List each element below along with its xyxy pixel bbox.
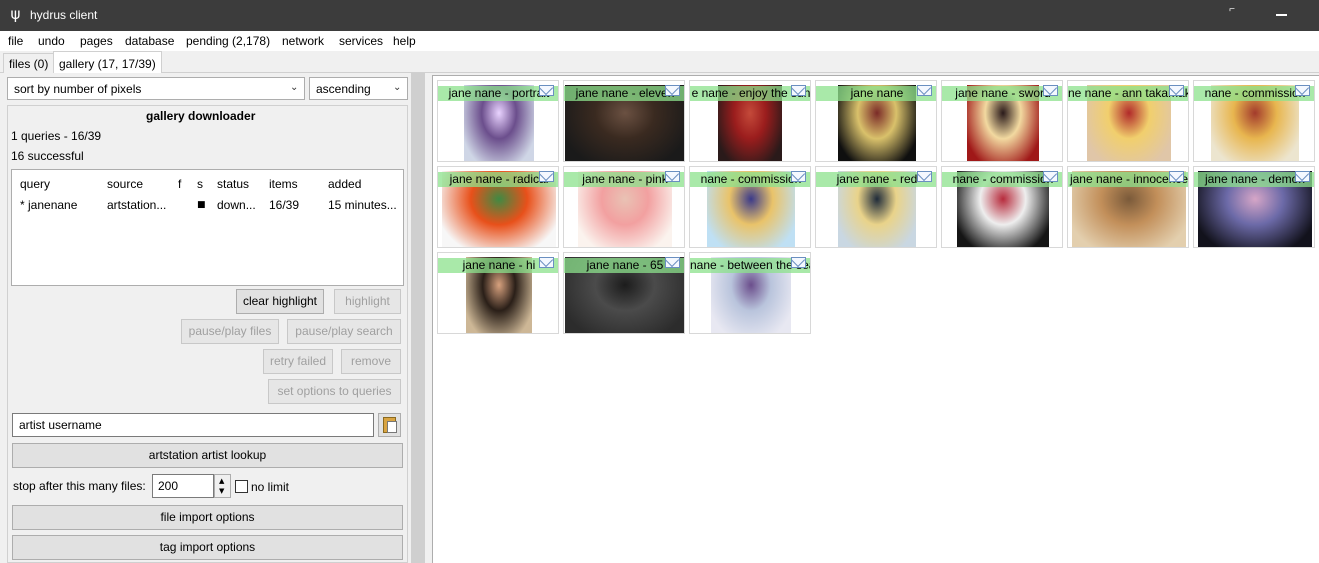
thumbnail[interactable]: nane - commission <box>1193 80 1315 162</box>
envelope-icon <box>665 171 680 182</box>
envelope-icon <box>1169 85 1184 96</box>
thumbnail[interactable]: jane nane - demon <box>1193 166 1315 248</box>
chevron-down-icon: ⌄ <box>290 82 299 93</box>
artist-lookup-button[interactable]: artstation artist lookup <box>12 443 403 468</box>
psi-logo-icon: ψ <box>10 5 21 23</box>
file-import-options-button[interactable]: file import options <box>12 505 403 530</box>
minimize-bar-icon[interactable] <box>1276 14 1287 16</box>
spin-up-icon[interactable]: ▲ <box>219 478 224 485</box>
artist-username-input[interactable]: artist username <box>12 413 374 437</box>
sort-value: sort by number of pixels <box>14 82 142 96</box>
envelope-icon <box>1295 171 1310 182</box>
management-panel: sort by number of pixels ⌄ ascending ⌄ g… <box>0 73 410 563</box>
menu-network[interactable]: network <box>282 34 324 48</box>
thumbnail[interactable]: jane nane - sword <box>941 80 1063 162</box>
remove-button[interactable]: remove <box>341 349 401 374</box>
envelope-icon <box>539 257 554 268</box>
chevron-down-icon: ⌄ <box>393 82 402 93</box>
menu-undo[interactable]: undo <box>38 34 65 48</box>
menu-bar: file undo pages database pending (2,178)… <box>0 31 1319 51</box>
envelope-icon <box>665 85 680 96</box>
highlight-button[interactable]: highlight <box>334 289 401 314</box>
thumbnail[interactable]: jane nane - eleven <box>563 80 685 162</box>
sort-select[interactable]: sort by number of pixels ⌄ <box>7 77 305 100</box>
menu-services[interactable]: services <box>339 34 383 48</box>
paste-button[interactable] <box>378 413 401 437</box>
clear-highlight-button[interactable]: clear highlight <box>236 289 324 314</box>
thumbnail[interactable]: jane nane - portrait <box>437 80 559 162</box>
cell-added: 15 minutes... <box>328 198 397 212</box>
cell-items: 16/39 <box>269 198 300 212</box>
envelope-icon <box>791 171 806 182</box>
thumbnail[interactable]: nane - commission <box>941 166 1063 248</box>
col-s[interactable]: s <box>197 177 203 191</box>
envelope-icon <box>665 257 680 268</box>
thumbnail[interactable]: jane nane - red <box>815 166 937 248</box>
col-f[interactable]: f <box>178 177 181 191</box>
thumbnail[interactable]: nane - commission <box>689 166 811 248</box>
thumbnail[interactable]: jane nane - hi <box>437 252 559 334</box>
spin-down-icon[interactable]: ▼ <box>219 488 224 495</box>
no-limit-label: no limit <box>251 480 290 494</box>
col-source[interactable]: source <box>107 177 143 191</box>
tab-files[interactable]: files (0) <box>3 53 55 74</box>
sort-order-value: ascending <box>316 82 371 96</box>
panel-splitter[interactable] <box>425 73 432 563</box>
thumbnail-gallery[interactable]: jane nane - portrait jane nane - eleven e … <box>432 75 1319 563</box>
thumbnail[interactable]: jane nane - pink <box>563 166 685 248</box>
col-items[interactable]: items <box>269 177 298 191</box>
thumbnail[interactable]: e nane - enjoy the sun <box>689 80 811 162</box>
queries-status: 1 queries - 16/39 <box>11 129 102 143</box>
no-limit-checkbox[interactable] <box>235 480 248 493</box>
cell-source: artstation... <box>107 198 167 212</box>
page-tabs: files (0) gallery (17, 17/39) <box>0 51 1319 74</box>
tag-import-options-button[interactable]: tag import options <box>12 535 403 560</box>
downloader-title: gallery downloader <box>146 109 256 123</box>
minimize-button[interactable]: ⌐ <box>1222 0 1242 20</box>
envelope-icon <box>791 85 806 96</box>
title-bar: ψ hydrus client ⌐ <box>0 0 1319 31</box>
menu-file[interactable]: file <box>8 34 23 48</box>
left-scrollbar[interactable] <box>411 73 425 563</box>
thumbnail[interactable]: jane nane <box>815 80 937 162</box>
envelope-icon <box>1043 171 1058 182</box>
menu-pages[interactable]: pages <box>80 34 113 48</box>
window-title: hydrus client <box>30 8 98 22</box>
thumbnail[interactable]: jane nane - innocence <box>1067 166 1189 248</box>
tab-gallery[interactable]: gallery (17, 17/39) <box>53 51 162 74</box>
set-options-button[interactable]: set options to queries <box>268 379 401 404</box>
retry-failed-button[interactable]: retry failed <box>263 349 333 374</box>
thumbnail[interactable]: nane - between the seas <box>689 252 811 334</box>
thumbnail[interactable]: ne nane - ann takamaki <box>1067 80 1189 162</box>
cell-query: * janenane <box>20 198 78 212</box>
menu-database[interactable]: database <box>125 34 174 48</box>
envelope-icon <box>917 85 932 96</box>
pause-play-search-button[interactable]: pause/play search <box>287 319 401 344</box>
cell-status: down... <box>217 198 256 212</box>
success-status: 16 successful <box>11 149 84 163</box>
envelope-icon <box>1169 171 1184 182</box>
pause-play-files-button[interactable]: pause/play files <box>181 319 279 344</box>
envelope-icon <box>1043 85 1058 96</box>
thumbnail[interactable]: jane nane - 65 <box>563 252 685 334</box>
sort-order-select[interactable]: ascending ⌄ <box>309 77 408 100</box>
envelope-icon <box>1295 85 1310 96</box>
file-limit-label: stop after this many files: <box>13 479 146 493</box>
file-limit-stepper[interactable]: ▲ ▼ <box>214 474 231 498</box>
envelope-icon <box>791 257 806 268</box>
envelope-icon <box>917 171 932 182</box>
menu-pending[interactable]: pending (2,178) <box>186 34 270 48</box>
envelope-icon <box>539 171 554 182</box>
query-list[interactable]: query source f s status items added * ja… <box>11 169 404 286</box>
menu-help[interactable]: help <box>393 34 416 48</box>
envelope-icon <box>539 85 554 96</box>
thumbnail[interactable]: jane nane - radical <box>437 166 559 248</box>
col-added[interactable]: added <box>328 177 361 191</box>
col-status[interactable]: status <box>217 177 249 191</box>
col-query[interactable]: query <box>20 177 50 191</box>
cell-s: ■ <box>197 200 206 210</box>
file-limit-input[interactable]: 200 <box>152 474 214 498</box>
paste-paper-icon <box>387 421 397 433</box>
